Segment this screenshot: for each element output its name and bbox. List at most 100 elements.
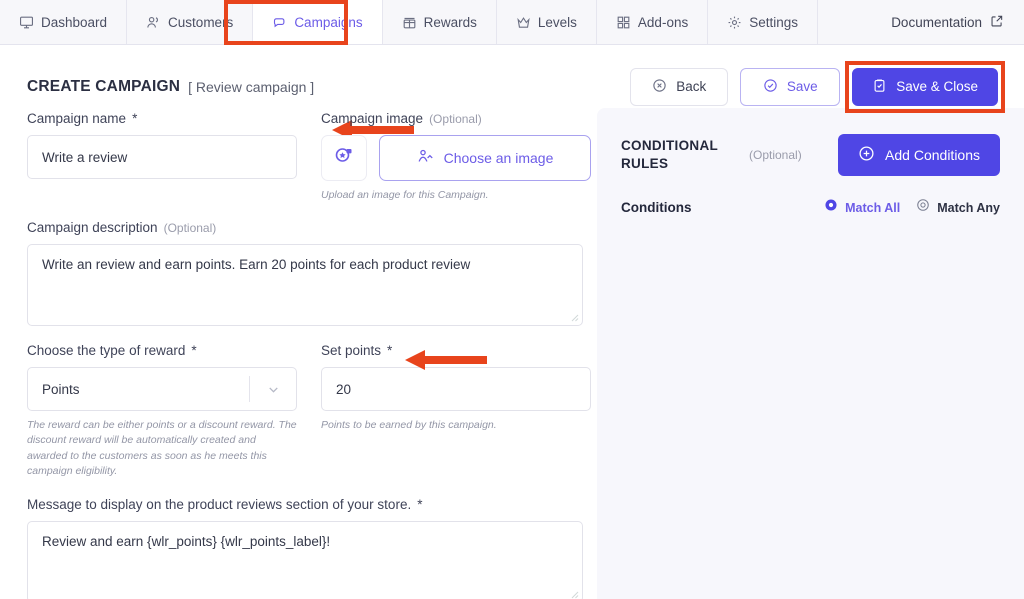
top-navigation: Dashboard Customers Campaigns Rewards Le… [0, 0, 1024, 45]
form-column: Campaign name * Write a review Campaign … [0, 108, 597, 599]
campaign-image-row: Choose an image [321, 135, 591, 181]
radio-unselected-icon [916, 198, 930, 217]
campaign-image-label: Campaign image [321, 111, 424, 126]
required-marker: * [417, 497, 423, 513]
campaign-description-textarea[interactable]: Write an review and earn points. Earn 20… [27, 244, 583, 327]
resize-handle-icon[interactable] [569, 589, 579, 599]
campaign-name-label-row: Campaign name * [27, 111, 297, 126]
required-marker: * [387, 343, 393, 359]
clipboard-check-icon [872, 78, 887, 96]
optional-marker: (Optional) [429, 112, 482, 126]
campaign-description-value: Write an review and earn points. Earn 20… [42, 257, 471, 273]
nav-item-levels[interactable]: Levels [497, 0, 597, 44]
back-button-label: Back [676, 79, 707, 94]
review-message-textarea[interactable]: Review and earn {wlr_points} {wlr_points… [27, 521, 583, 599]
conditional-rules-optional: (Optional) [749, 148, 802, 162]
match-any-label: Match Any [937, 200, 1000, 215]
nav-item-addons[interactable]: Add-ons [597, 0, 709, 44]
campaign-image-helper: Upload an image for this Campaign. [321, 189, 489, 201]
save-close-wrapper: Save & Close [845, 60, 1005, 113]
nav-label: Campaigns [294, 14, 363, 30]
conditional-rules-header: CONDITIONAL RULES (Optional) Add Conditi… [621, 134, 1000, 176]
nav-label: Customers [168, 14, 234, 30]
campaign-description-field: Campaign description (Optional) Write an… [27, 220, 583, 327]
add-conditions-label: Add Conditions [885, 147, 980, 163]
nav-item-campaigns[interactable]: Campaigns [253, 0, 383, 44]
campaign-image-thumbnail[interactable] [321, 135, 367, 181]
reward-type-label: Choose the type of reward [27, 343, 186, 359]
required-marker: * [191, 343, 197, 359]
crown-icon [516, 15, 531, 30]
save-button-label: Save [786, 79, 818, 94]
grid-icon [616, 15, 631, 30]
optional-marker: (Optional) [163, 221, 217, 236]
image-upload-icon [417, 148, 434, 168]
nav-item-customers[interactable]: Customers [127, 0, 254, 44]
name-image-row: Campaign name * Write a review Campaign … [27, 111, 597, 203]
radio-match-all[interactable]: Match All [824, 198, 900, 217]
reward-row: Choose the type of reward * Points The r… [27, 343, 597, 479]
required-marker: * [132, 111, 138, 126]
page-subtitle: [ Review campaign ] [188, 78, 315, 95]
save-and-close-label: Save & Close [896, 79, 978, 94]
nav-label: Dashboard [41, 14, 108, 30]
reward-type-value: Points [42, 381, 80, 397]
reward-type-select[interactable]: Points [27, 367, 297, 412]
nav-filler [818, 0, 891, 44]
plus-circle-icon [858, 145, 875, 165]
radio-match-any[interactable]: Match Any [916, 198, 1000, 217]
campaign-name-label: Campaign name [27, 111, 127, 126]
choose-image-button[interactable]: Choose an image [379, 135, 591, 181]
external-link-icon [990, 14, 1004, 31]
monitor-icon [19, 15, 34, 30]
set-points-input[interactable]: 20 [321, 367, 591, 412]
add-conditions-button[interactable]: Add Conditions [838, 134, 1000, 176]
match-all-label: Match All [845, 200, 901, 215]
circle-x-icon [652, 78, 667, 96]
resize-handle-icon[interactable] [569, 312, 579, 322]
campaign-name-input[interactable]: Write a review [27, 135, 297, 179]
reward-type-field: Choose the type of reward * Points The r… [27, 343, 297, 479]
header-actions: Back Save Save & Close [630, 60, 1005, 113]
gear-icon [727, 15, 742, 30]
nav-item-dashboard[interactable]: Dashboard [0, 0, 128, 44]
documentation-link[interactable]: Documentation [891, 0, 1024, 44]
radio-selected-icon [824, 198, 838, 217]
nav-label: Add-ons [637, 14, 689, 30]
chevron-down-icon[interactable] [250, 382, 296, 397]
nav-label: Rewards [423, 14, 477, 30]
conditional-rules-title: CONDITIONAL RULES [621, 137, 718, 171]
campaign-name-field: Campaign name * Write a review [27, 111, 297, 203]
review-message-value: Review and earn {wlr_points} {wlr_points… [42, 534, 331, 550]
match-mode-radio-group: Match All Match Any [824, 198, 1000, 217]
campaign-image-label-row: Campaign image (Optional) [321, 111, 591, 126]
set-points-helper: Points to be earned by this campaign. [321, 419, 497, 432]
circle-check-icon [763, 78, 778, 96]
save-button[interactable]: Save [740, 67, 841, 106]
conditional-rules-panel: CONDITIONAL RULES (Optional) Add Conditi… [597, 108, 1024, 599]
nav-item-settings[interactable]: Settings [708, 0, 818, 44]
campaign-description-label: Campaign description [27, 220, 158, 236]
badge-icon [332, 144, 356, 173]
campaign-description-label-row: Campaign description (Optional) [27, 220, 583, 235]
page-body: Campaign name * Write a review Campaign … [0, 108, 1024, 599]
reward-type-label-row: Choose the type of reward * [27, 343, 297, 358]
users-icon [146, 15, 161, 30]
review-message-label-row: Message to display on the product review… [27, 497, 583, 512]
set-points-label: Set points [321, 343, 382, 359]
review-message-label: Message to display on the product review… [27, 497, 412, 513]
documentation-label: Documentation [891, 14, 982, 30]
review-message-field: Message to display on the product review… [27, 497, 583, 599]
conditions-label: Conditions [621, 200, 692, 215]
choose-image-label: Choose an image [443, 150, 554, 166]
save-and-close-button[interactable]: Save & Close [852, 67, 998, 106]
nav-item-rewards[interactable]: Rewards [383, 0, 497, 44]
nav-label: Settings [749, 14, 798, 30]
page-title: CREATE CAMPAIGN [27, 77, 181, 95]
nav-label: Levels [537, 14, 577, 30]
reward-type-helper: The reward can be either points or a dis… [27, 419, 297, 477]
conditions-row: Conditions Match All Match Any [621, 198, 1000, 217]
page-header: CREATE CAMPAIGN [ Review campaign ] Back… [0, 45, 1024, 140]
back-button[interactable]: Back [630, 67, 729, 106]
gift-icon [402, 15, 417, 30]
